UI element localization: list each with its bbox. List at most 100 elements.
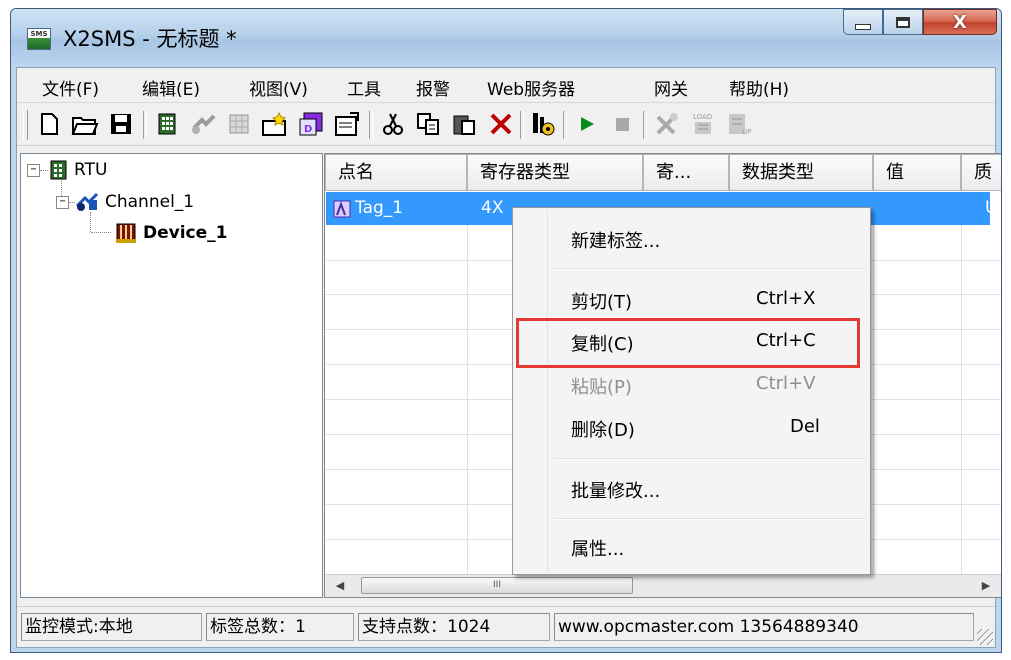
menu-gateway[interactable]: 网关 [654, 75, 688, 100]
device-icon [116, 223, 136, 243]
upload-icon[interactable]: UP [725, 111, 753, 137]
window-controls: X [843, 9, 997, 35]
menu-file[interactable]: 文件(F) [42, 75, 99, 100]
stop-icon[interactable] [609, 111, 637, 137]
status-tag-count: 标签总数：1 [206, 613, 354, 641]
new-file-icon[interactable] [35, 111, 63, 137]
menu-item-delete[interactable]: 删除(D) [571, 416, 635, 442]
status-point-support: 支持点数：1024 [358, 613, 550, 641]
add-device-icon[interactable] [225, 111, 253, 137]
grid-line [961, 191, 962, 574]
menu-edit[interactable]: 编辑(E) [142, 75, 200, 100]
column-header-value[interactable]: 值 [873, 154, 961, 191]
shortcut-paste: Ctrl+V [756, 373, 816, 394]
menu-item-batch-modify[interactable]: 批量修改... [571, 477, 660, 503]
toolbar-separator [520, 111, 524, 139]
tools-icon[interactable] [653, 111, 681, 137]
toolbar-separator [369, 111, 373, 139]
toolbar-grip[interactable] [23, 110, 28, 140]
tree-node-rtu[interactable]: − RTU [27, 160, 107, 180]
cell-quality: U [985, 198, 998, 218]
maximize-icon [896, 16, 910, 28]
close-button[interactable]: X [923, 9, 997, 35]
run-settings-icon[interactable] [529, 111, 557, 137]
minimize-icon [855, 24, 871, 30]
new-tag-icon[interactable] [261, 111, 289, 137]
column-header-register-type[interactable]: 寄存器类型 [467, 154, 643, 191]
menu-separator [553, 268, 866, 270]
toolbar-separator [563, 111, 567, 139]
window-title: X2SMS - 无标题 * [63, 27, 237, 51]
horizontal-scrollbar[interactable]: ◀ III ▶ [325, 574, 1001, 597]
minimize-button[interactable] [843, 9, 883, 35]
shortcut-delete: Del [790, 416, 820, 437]
status-bar: 监控模式:本地 标签总数：1 支持点数：1024 www.opcmaster.c… [17, 606, 995, 647]
menu-item-cut[interactable]: 剪切(T) [571, 288, 632, 314]
menu-bar: 文件(F) 编辑(E) 视图(V) 工具 报警 Web服务器 网关 帮助(H) [17, 68, 995, 103]
app-icon[interactable]: SMS [27, 28, 51, 50]
cell-register-type: 4X [481, 198, 504, 218]
column-header-register[interactable]: 寄... [643, 154, 729, 191]
menu-separator [553, 458, 866, 460]
scroll-left-icon[interactable]: ◀ [329, 575, 351, 597]
device-tree[interactable]: − RTU − Channel_1 Device_1 [20, 153, 323, 598]
tree-connector [91, 232, 111, 233]
menu-web-server[interactable]: Web服务器 [487, 75, 575, 100]
grid-line [873, 191, 874, 574]
menu-separator [553, 518, 866, 520]
svg-text:D: D [304, 124, 312, 135]
menu-view[interactable]: 视图(V) [249, 75, 308, 100]
properties-icon[interactable] [333, 111, 361, 137]
toolbar: D LOAD UP [17, 103, 995, 146]
column-header-quality[interactable]: 质 [961, 154, 1001, 191]
add-channel-icon[interactable] [189, 111, 217, 137]
tree-node-label: Device_1 [143, 223, 228, 243]
copy-icon[interactable] [415, 111, 443, 137]
tree-node-channel[interactable]: − Channel_1 [56, 192, 194, 212]
batch-tag-icon[interactable]: D [297, 111, 325, 137]
tree-connector [90, 212, 91, 232]
delete-icon[interactable] [487, 111, 515, 137]
menu-item-new-tag[interactable]: 新建标签... [571, 227, 660, 253]
menu-tools[interactable]: 工具 [347, 75, 381, 100]
column-header-data-type[interactable]: 数据类型 [729, 154, 873, 191]
scroll-thumb[interactable]: III [361, 577, 633, 594]
collapse-toggle[interactable]: − [56, 195, 69, 209]
save-icon[interactable] [107, 111, 135, 137]
column-header-name[interactable]: 点名 [325, 154, 467, 191]
menu-item-properties[interactable]: 属性... [571, 535, 624, 561]
tree-node-device[interactable]: Device_1 [115, 222, 228, 244]
title-bar[interactable]: SMS X2SMS - 无标题 * X [11, 9, 1001, 67]
menu-help[interactable]: 帮助(H) [729, 75, 789, 100]
menu-alarm[interactable]: 报警 [416, 75, 450, 100]
toolbar-separator [143, 111, 147, 139]
close-icon: X [953, 11, 967, 33]
shortcut-cut: Ctrl+X [756, 288, 816, 309]
status-contact: www.opcmaster.com 13564889340 [554, 613, 974, 641]
status-monitor-mode: 监控模式:本地 [21, 613, 202, 641]
rtu-icon [50, 160, 67, 180]
toolbar-separator [643, 111, 647, 139]
channel-icon [75, 192, 99, 211]
tag-icon [333, 200, 351, 218]
cut-icon[interactable] [379, 111, 407, 137]
up-text: UP [742, 128, 751, 136]
tree-node-label: Channel_1 [105, 192, 195, 212]
cell-tag-name: Tag_1 [355, 198, 404, 218]
menu-item-paste[interactable]: 粘贴(P) [571, 373, 632, 399]
paste-icon[interactable] [451, 111, 479, 137]
tree-node-label: RTU [74, 160, 108, 180]
context-menu: 新建标签... 剪切(T) Ctrl+X 复制(C) Ctrl+C 粘贴(P) … [512, 207, 871, 575]
maximize-button[interactable] [883, 9, 923, 35]
start-icon[interactable] [573, 111, 601, 137]
resize-grip-icon[interactable] [977, 629, 993, 645]
open-folder-icon[interactable] [71, 111, 99, 137]
context-menu-icon-column [515, 210, 548, 572]
load-text: LOAD [693, 113, 712, 121]
add-rtu-icon[interactable] [153, 111, 181, 137]
copy-highlight-annotation [516, 318, 860, 368]
grid-line [467, 191, 468, 574]
load-icon[interactable]: LOAD [689, 111, 717, 137]
collapse-toggle[interactable]: − [27, 163, 40, 177]
scroll-right-icon[interactable]: ▶ [975, 575, 997, 597]
